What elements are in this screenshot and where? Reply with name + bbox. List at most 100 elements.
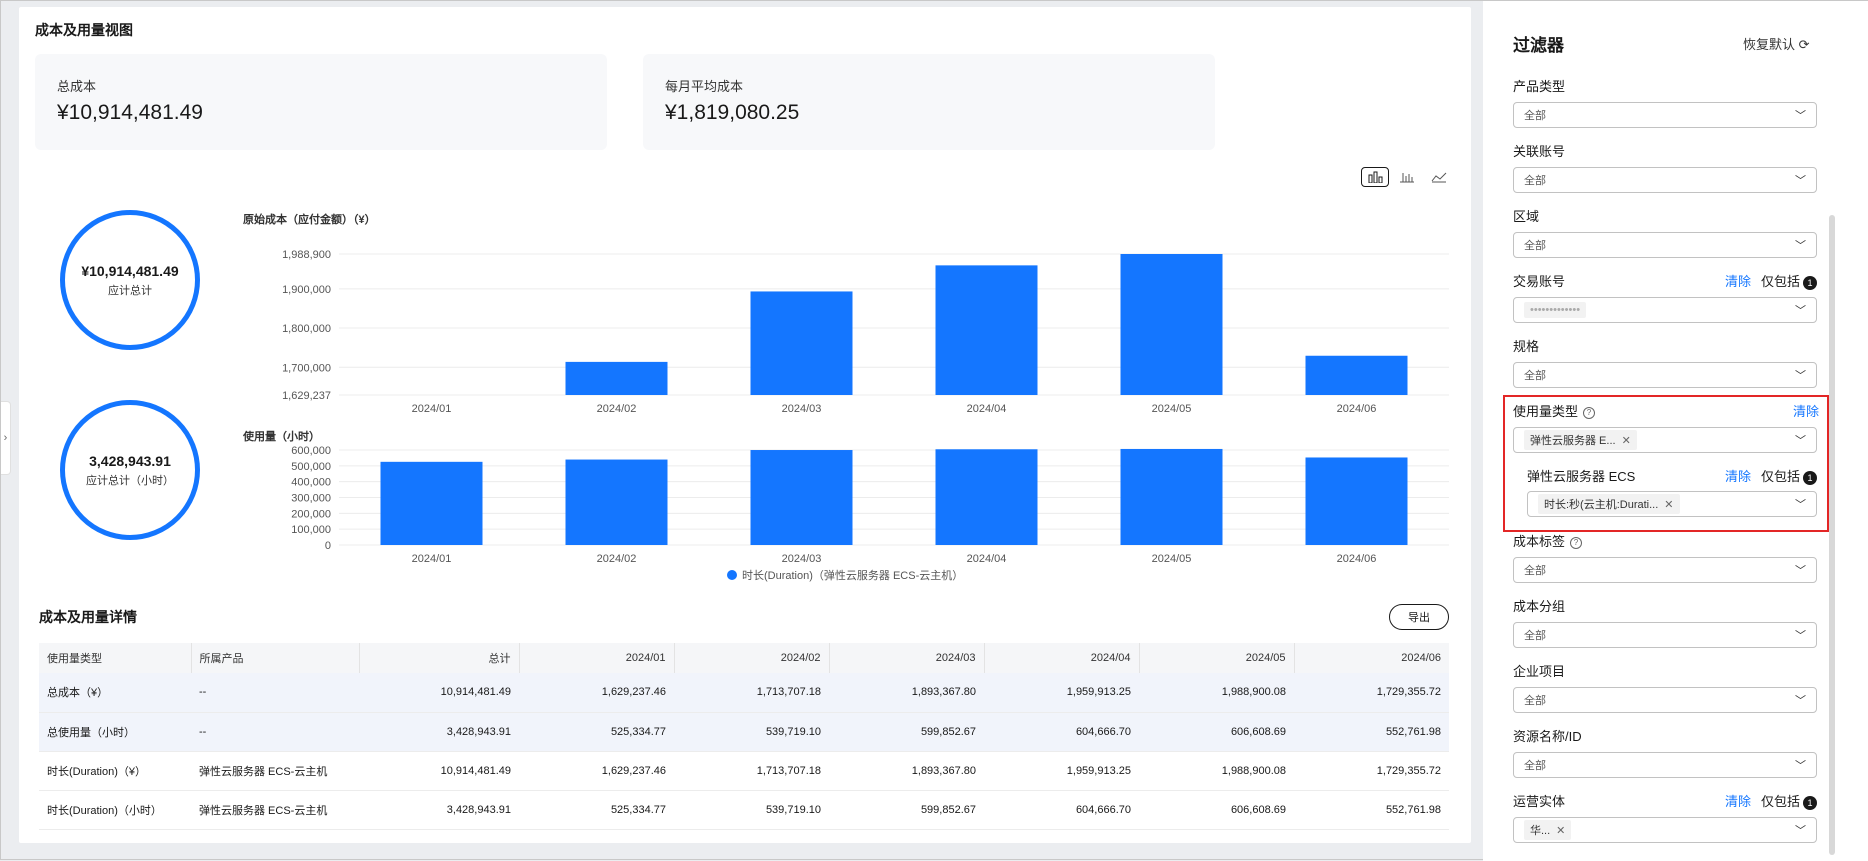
- table-cell: 时长(Duration)（¥）: [39, 751, 191, 790]
- header-2024-05: 2024/05: [1139, 643, 1294, 673]
- x-tick-label: 2024/03: [782, 553, 822, 565]
- details-title: 成本及用量详情: [39, 607, 137, 627]
- filter-panel: 过滤器 恢复默认 ⟳ 产品类型 全部﹀ 关联账号 全部﹀ 区域 全部﹀ 交易账号…: [1483, 1, 1868, 861]
- x-tick-label: 2024/06: [1337, 403, 1377, 412]
- usage-type-select[interactable]: 弹性云服务器 E...✕﹀: [1513, 427, 1817, 453]
- donut-usage-label: 应计总计（小时）: [86, 472, 174, 488]
- help-icon[interactable]: ?: [1570, 537, 1582, 549]
- select-value: 全部: [1524, 692, 1546, 708]
- bar: [1121, 449, 1223, 545]
- usage-donut: 3,428,943.91 应计总计（小时）: [60, 400, 200, 540]
- donut-usage-value: 3,428,943.91: [89, 453, 171, 469]
- trade-account-value: •••••••••••••: [1530, 304, 1580, 316]
- select-value: 全部: [1524, 237, 1546, 253]
- table-cell: 时长(Duration)（小时）: [39, 790, 191, 829]
- trade-account-actions: 清除 仅包括1: [1725, 271, 1817, 290]
- collapse-handle-chevron-icon[interactable]: ›: [1, 401, 11, 475]
- ecs-include-toggle[interactable]: 仅包括1: [1761, 466, 1817, 485]
- include-label: 仅包括: [1761, 274, 1800, 289]
- bar: [936, 449, 1038, 545]
- monthly-avg-value: ¥1,819,080.25: [665, 101, 1193, 125]
- header-usage-type: 使用量类型: [39, 643, 191, 673]
- include-count-badge: 1: [1803, 471, 1817, 485]
- trade-account-include-toggle[interactable]: 仅包括1: [1761, 271, 1817, 290]
- operator-include-toggle[interactable]: 仅包括1: [1761, 791, 1817, 810]
- table-cell: 弹性云服务器 ECS-云主机: [191, 751, 359, 790]
- table-row: 总成本（¥）--10,914,481.491,629,237.461,713,7…: [39, 673, 1449, 712]
- header-2024-03: 2024/03: [829, 643, 984, 673]
- table-cell: 3,428,943.91: [359, 712, 519, 751]
- ecs-clear-link[interactable]: 清除: [1725, 466, 1751, 485]
- enterprise-project-select[interactable]: 全部 ﹀: [1513, 687, 1817, 713]
- line-chart-icon[interactable]: [1425, 167, 1453, 187]
- y-tick-label: 1,900,000: [282, 284, 331, 296]
- header-2024-06: 2024/06: [1294, 643, 1449, 673]
- resource-name-select[interactable]: 全部﹀: [1513, 752, 1817, 778]
- bar: [751, 450, 853, 545]
- y-tick-label: 300,000: [291, 493, 331, 505]
- table-cell: 525,334.77: [519, 790, 674, 829]
- enterprise-project-label: 企业项目: [1513, 661, 1565, 680]
- total-cost-card: 总成本 ¥10,914,481.49: [35, 54, 607, 150]
- trade-account-clear-link[interactable]: 清除: [1725, 271, 1751, 290]
- x-tick-label: 2024/01: [412, 553, 452, 565]
- table-cell: 1,713,707.18: [674, 751, 829, 790]
- cost-donut: ¥10,914,481.49 应计总计: [60, 210, 200, 350]
- y-tick-label: 0: [325, 540, 331, 552]
- reset-default-button[interactable]: 恢复默认 ⟳: [1743, 34, 1810, 53]
- table-cell: 1,988,900.08: [1139, 751, 1294, 790]
- total-cost-value: ¥10,914,481.49: [57, 101, 585, 125]
- header-product: 所属产品: [191, 643, 359, 673]
- table-cell: 552,761.98: [1294, 712, 1449, 751]
- bar: [751, 291, 853, 395]
- bar: [1306, 356, 1408, 395]
- select-value: 全部: [1524, 627, 1546, 643]
- usage-type-clear-link[interactable]: 清除: [1793, 401, 1819, 420]
- table-cell: --: [191, 712, 359, 751]
- bar: [566, 362, 668, 395]
- operator-select[interactable]: 华...✕﹀: [1513, 817, 1817, 843]
- cost-group-select[interactable]: 全部﹀: [1513, 622, 1817, 648]
- product-type-label: 产品类型: [1513, 76, 1565, 95]
- cost-tag-select[interactable]: 全部﹀: [1513, 557, 1817, 583]
- legend-label: 时长(Duration)（弹性云服务器 ECS-云主机）: [742, 567, 963, 583]
- table-cell: 539,719.10: [674, 790, 829, 829]
- bar: [1306, 457, 1408, 545]
- donut-cost-label: 应计总计: [108, 282, 152, 298]
- linked-account-label: 关联账号: [1513, 141, 1565, 160]
- x-tick-label: 2024/03: [782, 403, 822, 412]
- x-tick-label: 2024/01: [412, 403, 452, 412]
- linked-account-select[interactable]: 全部﹀: [1513, 167, 1817, 193]
- total-cost-label: 总成本: [57, 76, 585, 95]
- chevron-down-icon: ﹀: [1795, 302, 1806, 318]
- region-select[interactable]: 全部﹀: [1513, 232, 1817, 258]
- filter-scrollbar[interactable]: [1829, 215, 1835, 855]
- cost-group-label: 成本分组: [1513, 596, 1565, 615]
- monthly-avg-card: 每月平均成本 ¥1,819,080.25: [643, 54, 1215, 150]
- chevron-down-icon: ﹀: [1795, 692, 1806, 708]
- export-button[interactable]: 导出: [1389, 604, 1449, 630]
- ecs-label: 弹性云服务器 ECS: [1527, 466, 1635, 485]
- y-tick-label: 1,800,000: [282, 323, 331, 335]
- close-icon[interactable]: ✕: [1556, 824, 1565, 837]
- close-icon[interactable]: ✕: [1664, 498, 1673, 511]
- operator-clear-link[interactable]: 清除: [1725, 791, 1751, 810]
- table-cell: 606,608.69: [1139, 712, 1294, 751]
- bar-chart-icon[interactable]: [1361, 167, 1389, 187]
- spec-select[interactable]: 全部﹀: [1513, 362, 1817, 388]
- y-tick-label: 1,700,000: [282, 362, 331, 374]
- stacked-bar-icon[interactable]: [1393, 167, 1421, 187]
- table-cell: 总使用量（小时）: [39, 712, 191, 751]
- product-type-select[interactable]: 全部﹀: [1513, 102, 1817, 128]
- x-tick-label: 2024/04: [967, 553, 1007, 565]
- help-icon[interactable]: ?: [1583, 407, 1595, 419]
- ecs-usage-select[interactable]: 时长:秒(云主机:Durati...✕﹀: [1527, 491, 1817, 517]
- close-icon[interactable]: ✕: [1622, 434, 1631, 447]
- usage-type-tag-text: 弹性云服务器 E...: [1530, 432, 1616, 448]
- chevron-down-icon: ﹀: [1795, 757, 1806, 773]
- trade-account-select[interactable]: ••••••••••••• ﹀: [1513, 297, 1817, 323]
- include-label: 仅包括: [1761, 469, 1800, 484]
- y-tick-label: 500,000: [291, 461, 331, 473]
- table-cell: 1,729,355.72: [1294, 673, 1449, 712]
- chevron-down-icon: ﹀: [1795, 107, 1806, 123]
